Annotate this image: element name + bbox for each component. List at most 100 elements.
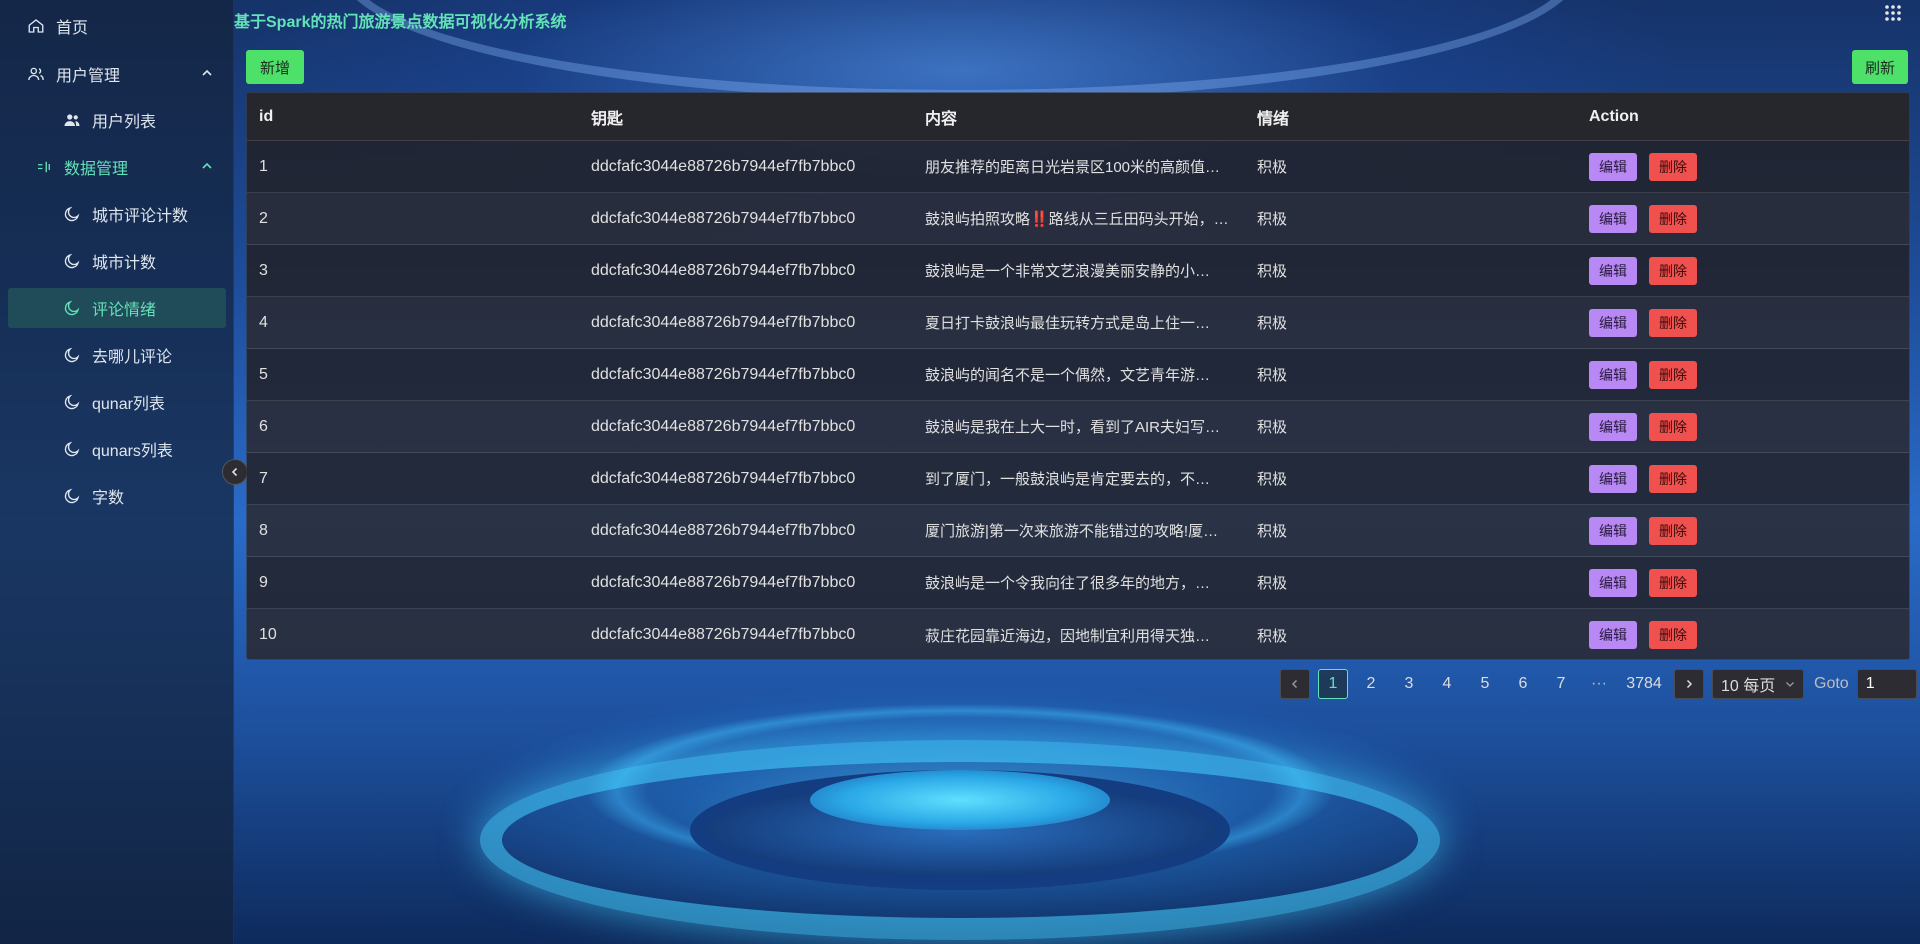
cell-id: 9 (259, 573, 268, 591)
delete-button[interactable]: 删除 (1649, 412, 1697, 441)
page-button-last[interactable]: 3784 (1622, 669, 1666, 699)
users-icon (26, 64, 46, 84)
cell-sentiment: 积极 (1257, 315, 1288, 332)
moon-icon (62, 204, 82, 224)
prev-page-button[interactable] (1280, 669, 1310, 699)
sidebar-item-user-list[interactable]: 用户列表 (62, 100, 226, 140)
add-button[interactable]: 新增 (246, 50, 304, 84)
cell-content: 鼓浪屿是一个令我向往了很多年的地方，… (925, 575, 1211, 592)
cell-key: ddcfafc3044e88726b7944ef7fb7bbc0 (591, 261, 856, 279)
refresh-button[interactable]: 刷新 (1852, 50, 1908, 84)
chevron-up-icon (202, 69, 212, 76)
sidebar-item-label: 首页 (56, 20, 89, 37)
cell-key: ddcfafc3044e88726b7944ef7fb7bbc0 (591, 469, 856, 487)
delete-button[interactable]: 删除 (1649, 360, 1697, 389)
table-row: 7 ddcfafc3044e88726b7944ef7fb7bbc0 到了厦门，一般… (247, 453, 1909, 505)
table-body: 1 ddcfafc3044e88726b7944ef7fb7bbc0 朋友推荐的距离… (247, 141, 1909, 659)
goto-label: Goto (1814, 675, 1849, 692)
moon-icon (62, 439, 82, 459)
sidebar-item-qunar-comments[interactable]: 去哪儿评论 (62, 335, 226, 375)
page-ellipsis[interactable]: ··· (1584, 669, 1614, 699)
sidebar-item-label: 用户列表 (92, 114, 157, 131)
cell-sentiment: 积极 (1257, 159, 1288, 176)
cell-key: ddcfafc3044e88726b7944ef7fb7bbc0 (591, 157, 856, 175)
page-button-1[interactable]: 1 (1318, 669, 1348, 699)
sidebar-item-qunar-list[interactable]: qunar列表 (62, 382, 226, 422)
chevron-left-icon (231, 467, 238, 477)
sidebar-item-label: 城市计数 (92, 255, 157, 272)
edit-button[interactable]: 编辑 (1589, 152, 1637, 181)
page-button-3[interactable]: 3 (1394, 669, 1424, 699)
sidebar-item-label: 用户管理 (56, 68, 121, 85)
moon-icon (62, 345, 82, 365)
edit-button[interactable]: 编辑 (1589, 256, 1637, 285)
cell-actions: 编辑 删除 (1589, 568, 1889, 597)
delete-button[interactable]: 删除 (1649, 256, 1697, 285)
edit-button[interactable]: 编辑 (1589, 308, 1637, 337)
goto-page-input[interactable] (1856, 669, 1917, 699)
delete-button[interactable]: 删除 (1649, 568, 1697, 597)
cell-id: 2 (259, 209, 268, 227)
delete-button[interactable]: 删除 (1649, 516, 1697, 545)
edit-button[interactable]: 编辑 (1589, 621, 1637, 649)
cell-sentiment: 积极 (1257, 367, 1288, 384)
column-header-content: 内容 (925, 110, 958, 128)
delete-button[interactable]: 删除 (1649, 308, 1697, 337)
sidebar-item-qunars-list[interactable]: qunars列表 (62, 429, 226, 469)
cell-id: 7 (259, 469, 268, 487)
cell-id: 1 (259, 157, 268, 175)
edit-button[interactable]: 编辑 (1589, 568, 1637, 597)
page-button-7[interactable]: 7 (1546, 669, 1576, 699)
cell-content: 菽庄花园靠近海边，因地制宜利用得天独… (925, 627, 1211, 645)
column-header-action: Action (1589, 107, 1639, 125)
sidebar-item-home[interactable]: 首页 (26, 6, 226, 46)
delete-button[interactable]: 删除 (1649, 621, 1697, 649)
chevron-right-icon (1686, 679, 1693, 689)
cell-id: 4 (259, 313, 268, 331)
page-size-select[interactable]: 10 每页 (1712, 669, 1804, 699)
chevron-down-icon (1786, 682, 1794, 687)
delete-button[interactable]: 删除 (1649, 152, 1697, 181)
column-header-id: id (259, 107, 274, 125)
cell-sentiment: 积极 (1257, 263, 1288, 280)
edit-button[interactable]: 编辑 (1589, 360, 1637, 389)
sidebar-item-city-count[interactable]: 城市计数 (62, 241, 226, 281)
sidebar-item-label: 字数 (92, 490, 125, 507)
cell-key: ddcfafc3044e88726b7944ef7fb7bbc0 (591, 417, 856, 435)
page-button-4[interactable]: 4 (1432, 669, 1462, 699)
cell-content: 鼓浪屿拍照攻略‼️路线从三丘田码头开始，… (925, 211, 1229, 228)
delete-button[interactable]: 删除 (1649, 204, 1697, 233)
edit-button[interactable]: 编辑 (1589, 412, 1637, 441)
delete-button[interactable]: 删除 (1649, 464, 1697, 493)
sidebar-item-city-comment-count[interactable]: 城市评论计数 (62, 194, 226, 234)
cell-sentiment: 积极 (1257, 471, 1288, 488)
next-page-button[interactable] (1674, 669, 1704, 699)
cell-key: ddcfafc3044e88726b7944ef7fb7bbc0 (591, 626, 856, 643)
background-stage-core (810, 770, 1110, 830)
column-header-key: 钥匙 (591, 110, 624, 128)
cell-actions: 编辑 删除 (1589, 516, 1889, 545)
sidebar-item-word-count[interactable]: 字数 (62, 476, 226, 516)
cell-actions: 编辑 删除 (1589, 152, 1889, 181)
table-row: 4 ddcfafc3044e88726b7944ef7fb7bbc0 夏日打卡鼓浪屿… (247, 297, 1909, 349)
sidebar-collapse-button[interactable] (222, 459, 248, 485)
cell-key: ddcfafc3044e88726b7944ef7fb7bbc0 (591, 521, 856, 539)
page-button-2[interactable]: 2 (1356, 669, 1386, 699)
page-size-value: 10 每页 (1721, 678, 1776, 695)
cell-sentiment: 积极 (1257, 419, 1288, 436)
sidebar-item-user-management[interactable]: 用户管理 (26, 54, 226, 94)
sidebar-item-comment-sentiment[interactable]: 评论情绪 (8, 288, 226, 328)
sidebar-item-label: qunars列表 (92, 443, 173, 460)
edit-button[interactable]: 编辑 (1589, 204, 1637, 233)
apps-grid-icon[interactable] (1884, 4, 1902, 22)
cell-actions: 编辑 删除 (1589, 308, 1889, 337)
cell-content: 夏日打卡鼓浪屿最佳玩转方式是岛上住一… (925, 315, 1211, 332)
cell-id: 5 (259, 365, 268, 383)
edit-button[interactable]: 编辑 (1589, 516, 1637, 545)
page-button-5[interactable]: 5 (1470, 669, 1500, 699)
edit-button[interactable]: 编辑 (1589, 464, 1637, 493)
moon-icon (62, 298, 82, 318)
cell-content: 厦门旅游|第一次来旅游不能错过的攻略!厦… (925, 523, 1219, 540)
page-button-6[interactable]: 6 (1508, 669, 1538, 699)
sidebar-item-data-management[interactable]: 数据管理 (34, 147, 226, 187)
